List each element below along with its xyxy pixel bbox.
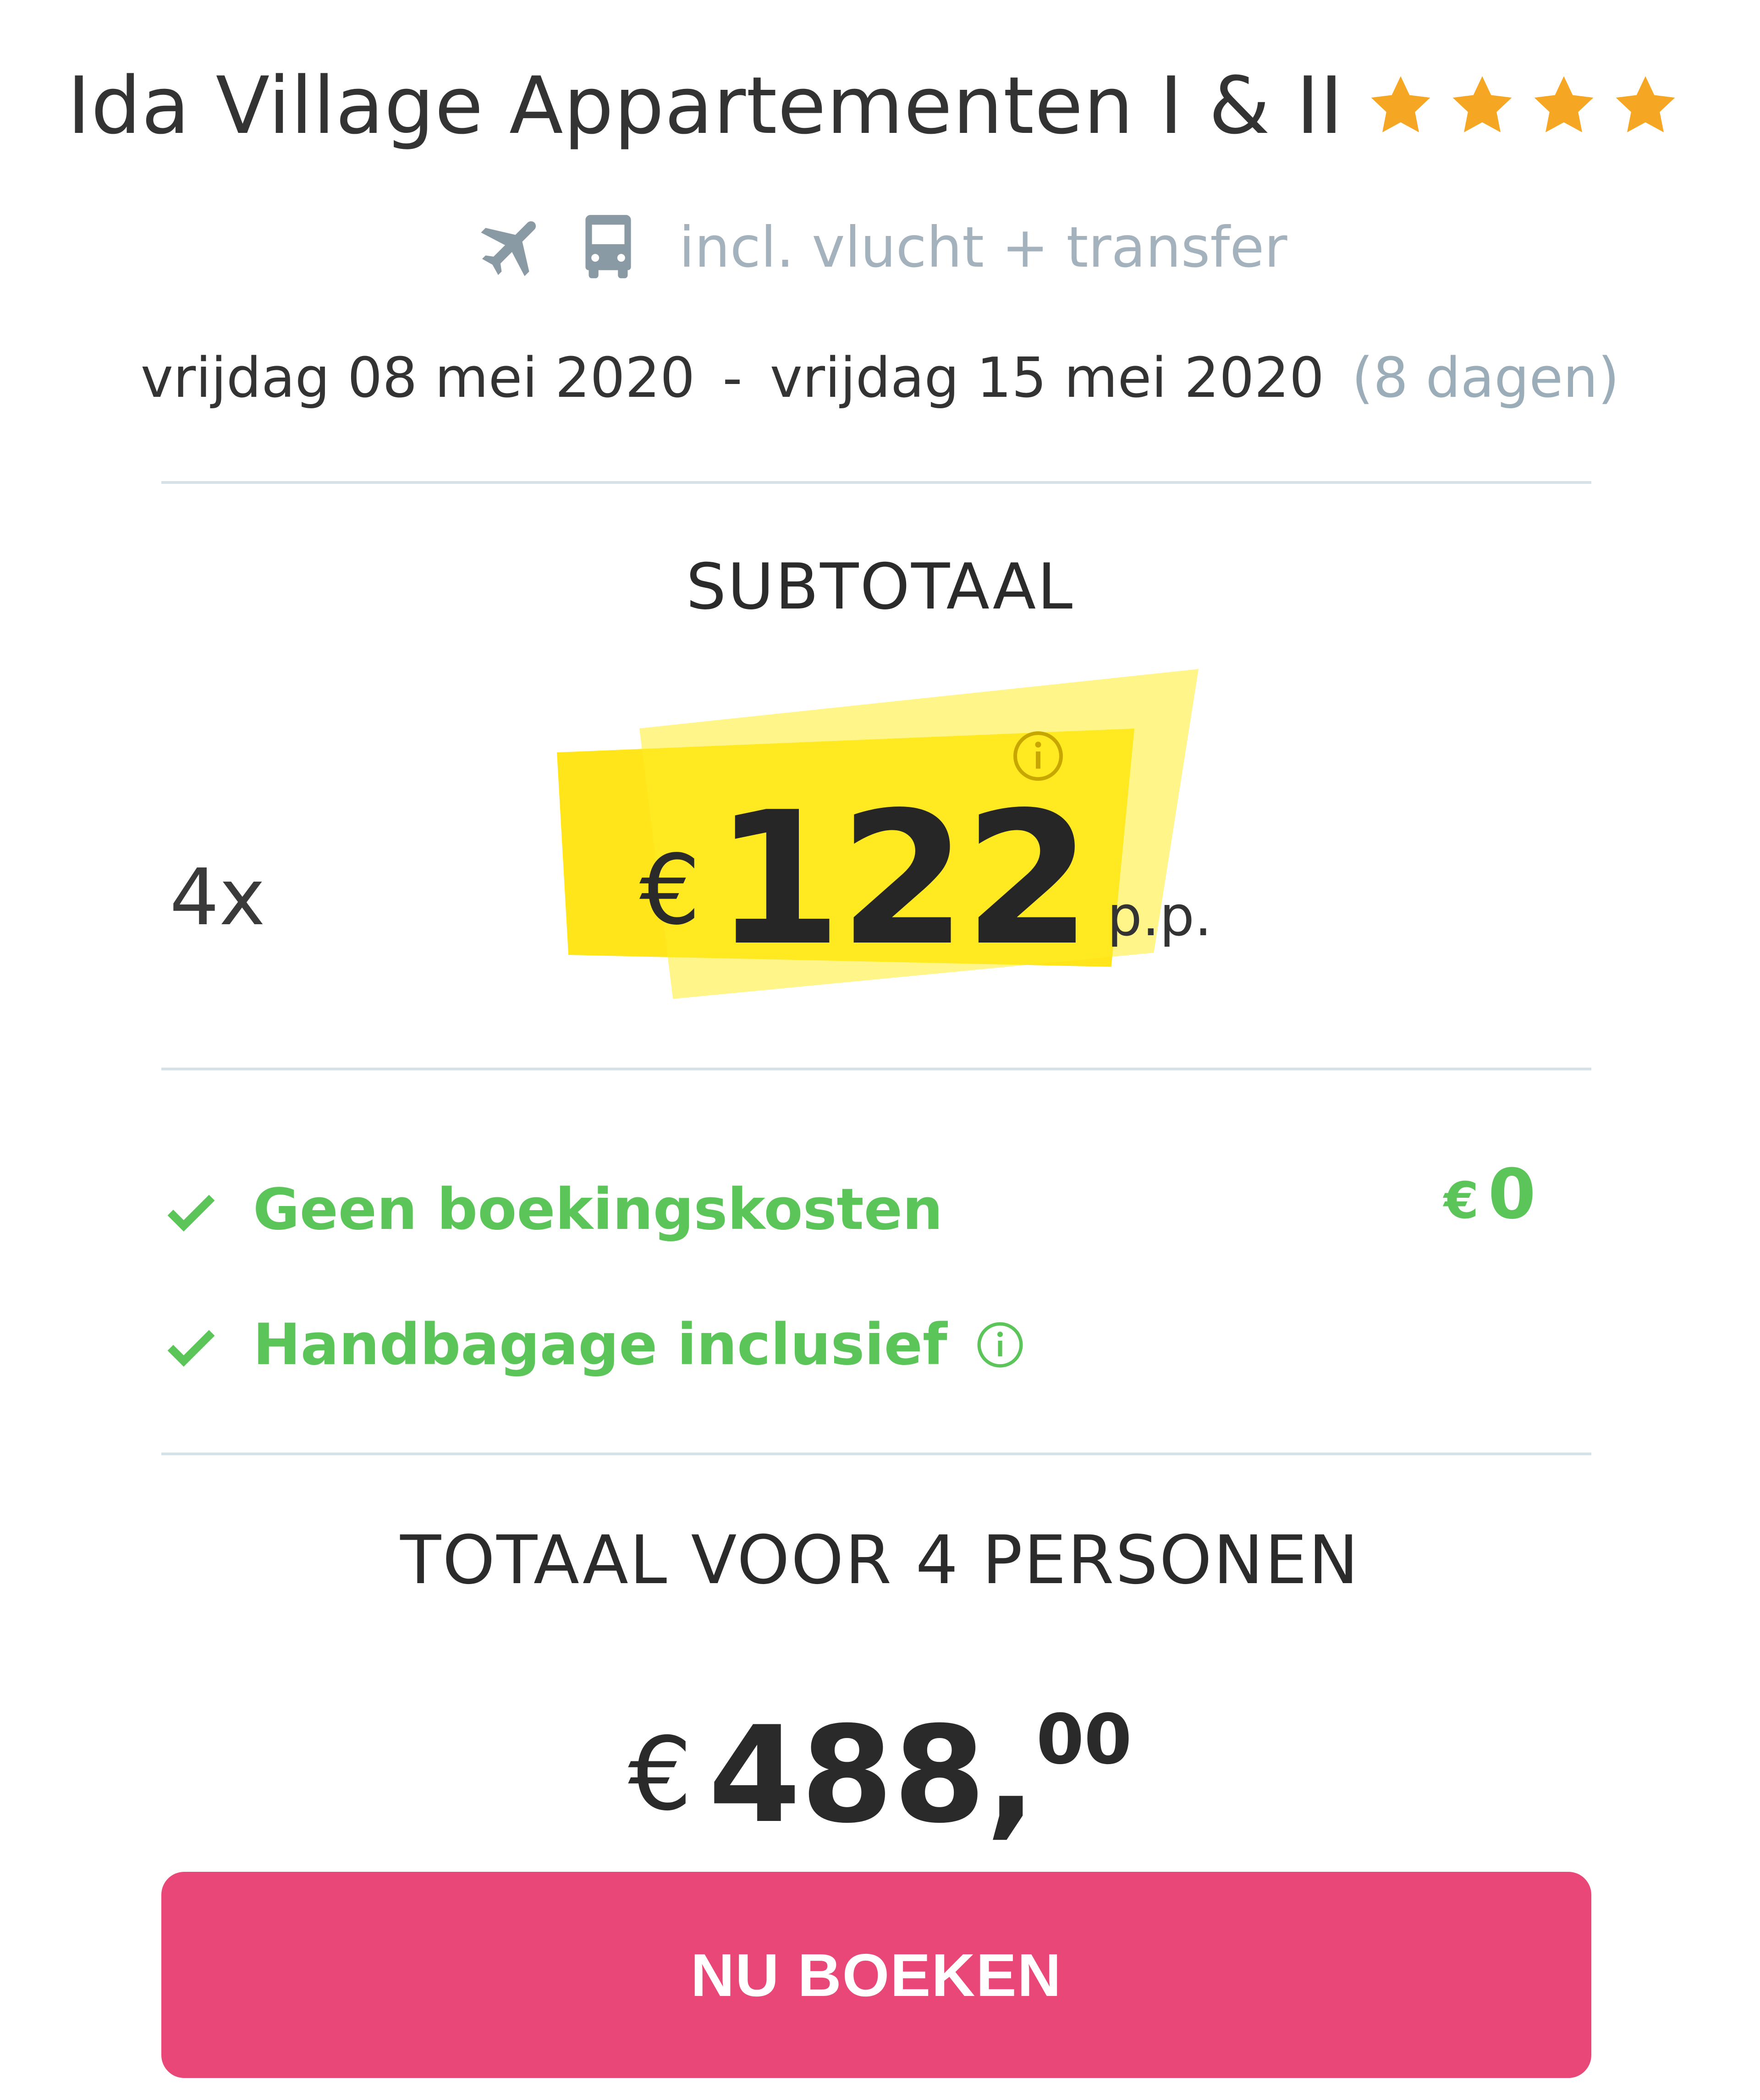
price-info-icon[interactable] [1011,729,1066,784]
start-date: vrijdag 08 mei 2020 [140,346,695,410]
price-amount: 122 [714,773,1092,986]
book-now-label: NU BOEKEN [690,1941,1062,2009]
end-date: vrijdag 15 mei 2020 [770,346,1325,410]
star-rating [1366,71,1693,140]
transport-text: incl. vlucht + transfer [679,215,1287,280]
star-icon [1529,71,1598,140]
total-label: TOTAAL VOOR 4 PERSONEN [400,1521,1360,1599]
feature-label: Handbagage inclusief [253,1312,947,1378]
date-separator: - [722,346,742,410]
star-icon [1366,71,1435,140]
fee-currency: € [1444,1171,1479,1230]
total-price: € 488 , 00 [0,1686,1760,1851]
total-integer: 488 [708,1698,986,1853]
bus-icon [569,208,647,286]
fee-amount: 0 [1488,1155,1536,1234]
star-icon [1611,71,1680,140]
divider [161,481,1591,484]
check-icon [161,1180,221,1239]
subtotal-label: SUBTOTAAL [686,550,1074,624]
travel-dates: vrijdag 08 mei 2020 - vrijdag 15 mei 202… [0,339,1760,417]
star-icon [1448,71,1517,140]
transport-info: incl. vlucht + transfer [0,202,1760,293]
booking-fee-value: € 0 [1444,1155,1536,1234]
trip-duration: (8 dagen) [1352,346,1620,410]
hotel-title-row: Ida Village Appartementen I & II [0,59,1760,152]
luggage-info-icon[interactable] [975,1320,1025,1370]
check-icon [161,1315,221,1375]
feature-booking-fee: Geen boekingskosten [161,1173,943,1246]
divider [161,1453,1591,1455]
airplane-icon [473,208,551,286]
total-cents: 00 [1036,1700,1132,1780]
total-currency: € [628,1716,693,1833]
price-currency: € [639,834,701,946]
feature-label: Geen boekingskosten [253,1177,943,1243]
price-per-person: € 122 p.p. [639,761,1212,971]
per-person-label: p.p. [1107,885,1212,949]
book-now-button[interactable]: NU BOEKEN [161,1872,1591,2078]
persons-count: 4x [170,852,265,943]
feature-hand-luggage: Handbagage inclusief [161,1308,1025,1382]
total-comma: , [985,1698,1036,1853]
divider [161,1068,1591,1070]
hotel-name: Ida Village Appartementen I & II [67,59,1344,152]
